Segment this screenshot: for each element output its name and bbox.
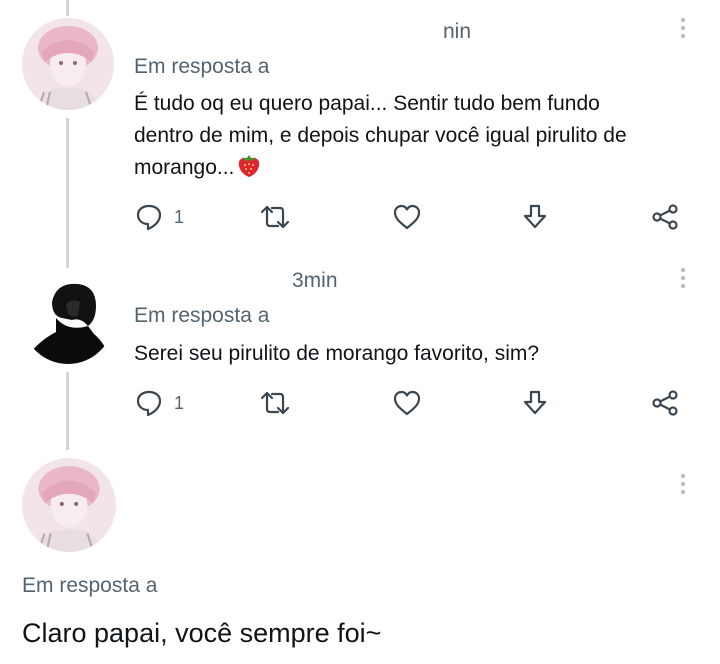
tweet-text-line: Serei seu pirulito de morango favorito, … <box>134 342 540 365</box>
share-icon <box>650 388 680 418</box>
share-button[interactable] <box>650 387 680 419</box>
retweet-button[interactable] <box>258 201 292 233</box>
like-icon <box>392 202 422 232</box>
more-icon[interactable] <box>680 18 686 42</box>
share-button[interactable] <box>650 201 680 233</box>
tweet-text: Claro papai, você sempre foi~ <box>22 618 382 648</box>
tweet-time: nin <box>443 20 472 43</box>
reply-icon <box>134 202 164 232</box>
reply-to-label: Em resposta a <box>134 55 270 78</box>
tweet-actions: 1 <box>134 387 694 419</box>
reply-icon <box>134 388 164 418</box>
reply-button[interactable]: 1 <box>134 201 184 233</box>
like-button[interactable] <box>392 387 422 419</box>
reply-count: 1 <box>174 392 185 413</box>
like-icon <box>392 388 422 418</box>
download-icon <box>520 388 550 418</box>
tweet-time: 3min <box>292 269 338 292</box>
thread-line-middle <box>66 118 69 268</box>
avatar[interactable] <box>22 458 116 552</box>
thread-line-top <box>66 0 69 16</box>
download-button[interactable] <box>520 387 550 419</box>
thread-line-bottom <box>66 372 69 450</box>
more-icon[interactable] <box>680 268 686 292</box>
strawberry-emoji <box>237 152 261 188</box>
tweet-text: Serei seu pirulito de morango favorito, … <box>134 338 704 370</box>
reply-count: 1 <box>174 206 185 227</box>
download-button[interactable] <box>520 201 550 233</box>
reply-button[interactable]: 1 <box>134 387 184 419</box>
reply-to-label: Em resposta a <box>22 574 158 597</box>
retweet-icon <box>258 388 292 418</box>
tweet-text-line: morango... <box>134 152 704 188</box>
like-button[interactable] <box>392 201 422 233</box>
share-icon <box>650 202 680 232</box>
reply-to-label: Em resposta a <box>134 304 270 327</box>
tweet-text-line: É tudo oq eu quero papai... Sentir tudo … <box>134 92 600 115</box>
tweet-text-line: dentro de mim, e depois chupar você igua… <box>134 124 627 147</box>
download-icon <box>520 202 550 232</box>
tweet-actions: 1 <box>134 201 694 233</box>
avatar[interactable] <box>22 18 114 110</box>
avatar[interactable] <box>22 272 114 364</box>
retweet-icon <box>258 202 292 232</box>
tweet-text: É tudo oq eu quero papai... Sentir tudo … <box>134 88 704 188</box>
retweet-button[interactable] <box>258 387 292 419</box>
more-icon[interactable] <box>680 474 686 498</box>
